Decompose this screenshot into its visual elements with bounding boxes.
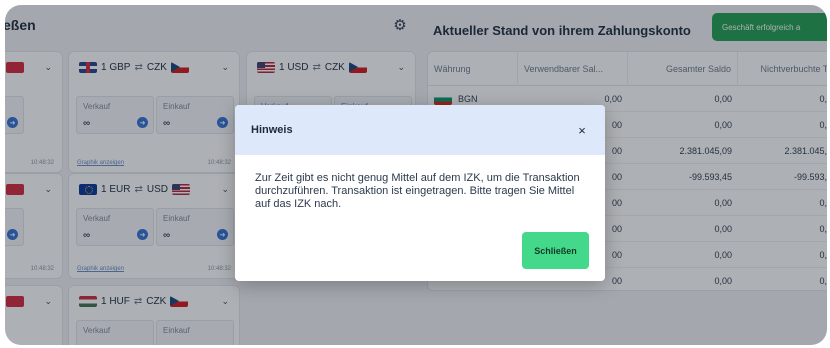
dialog-title: Hinweis xyxy=(251,124,293,136)
app-background: eßen ⚙ ⌄ ➜ 10:48:32 1 GBP ⇄ CZK ⌄ Verkau… xyxy=(5,5,827,345)
close-button[interactable]: Schließen xyxy=(522,232,589,269)
app-frame: eßen ⚙ ⌄ ➜ 10:48:32 1 GBP ⇄ CZK ⌄ Verkau… xyxy=(5,5,827,345)
dialog-message: Zur Zeit gibt es nicht genug Mittel auf … xyxy=(255,172,580,210)
dialog-header: Hinweis × xyxy=(235,105,605,155)
notice-dialog: Hinweis × Zur Zeit gibt es nicht genug M… xyxy=(235,105,605,281)
close-icon[interactable]: × xyxy=(575,123,589,138)
